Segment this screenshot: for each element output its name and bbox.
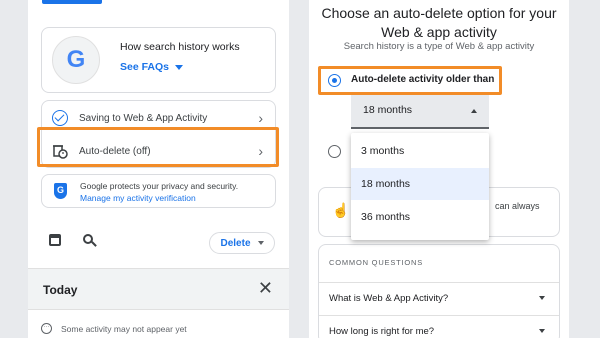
chevron-down-icon	[539, 296, 545, 300]
info-text: can always	[495, 201, 540, 211]
dont-auto-delete-radio[interactable]	[328, 145, 341, 158]
menu-option-3-months[interactable]: 3 months	[351, 135, 489, 167]
duration-options-menu: 3 months 18 months 36 months	[351, 133, 489, 240]
chevron-down-icon	[257, 241, 264, 245]
close-icon[interactable]: ✕	[258, 278, 273, 299]
duration-select[interactable]: 18 months	[351, 95, 489, 129]
calendar-icon[interactable]	[49, 234, 61, 246]
highlight-auto-delete-setting	[37, 127, 279, 167]
day-label: Today	[43, 283, 78, 297]
faq-item[interactable]: How long is right for me?	[319, 315, 559, 338]
privacy-text: Google protects your privacy and securit…	[80, 181, 239, 204]
setting-label: Saving to Web & App Activity	[79, 112, 208, 124]
search-history-card: G How search history works See FAQs	[41, 27, 276, 93]
faq-item[interactable]: What is Web & App Activity?	[319, 282, 559, 312]
select-value: 18 months	[363, 104, 413, 116]
menu-option-18-months[interactable]: 18 months	[351, 168, 489, 200]
highlight-auto-delete-option	[318, 66, 502, 95]
active-tab-indicator	[42, 0, 102, 4]
common-questions-card: COMMON QUESTIONS What is Web & App Activ…	[318, 244, 560, 338]
chevron-down-icon	[175, 64, 184, 70]
chevron-right-icon: ›	[258, 110, 263, 126]
hand-icon: ☝	[332, 202, 350, 218]
search-icon[interactable]	[83, 234, 97, 247]
see-faqs-link[interactable]: See FAQs	[120, 61, 184, 73]
manage-verification-link[interactable]: Manage my activity verification	[80, 192, 238, 204]
privacy-notice-card: G Google protects your privacy and secur…	[41, 174, 276, 208]
more-dots-icon: ···	[41, 323, 52, 334]
faq-header: COMMON QUESTIONS	[329, 258, 424, 267]
activity-notice: ··· Some activity may not appear yet	[41, 323, 187, 334]
page-title: Choose an auto-delete option for your We…	[321, 5, 557, 40]
chevron-up-icon	[471, 109, 477, 113]
shield-icon: G	[54, 183, 67, 199]
history-card-title: How search history works	[120, 41, 240, 53]
page-subtitle: Search history is a type of Web & app ac…	[343, 41, 535, 52]
google-logo: G	[52, 36, 100, 84]
check-circle-icon	[52, 110, 68, 126]
day-header: Today ✕	[28, 268, 289, 310]
menu-option-36-months[interactable]: 36 months	[351, 201, 489, 233]
delete-button[interactable]: Delete	[209, 232, 275, 254]
chevron-down-icon	[539, 329, 545, 333]
left-phone-screen: G How search history works See FAQs Savi…	[28, 0, 289, 338]
right-phone-screen: Choose an auto-delete option for your We…	[309, 0, 569, 338]
